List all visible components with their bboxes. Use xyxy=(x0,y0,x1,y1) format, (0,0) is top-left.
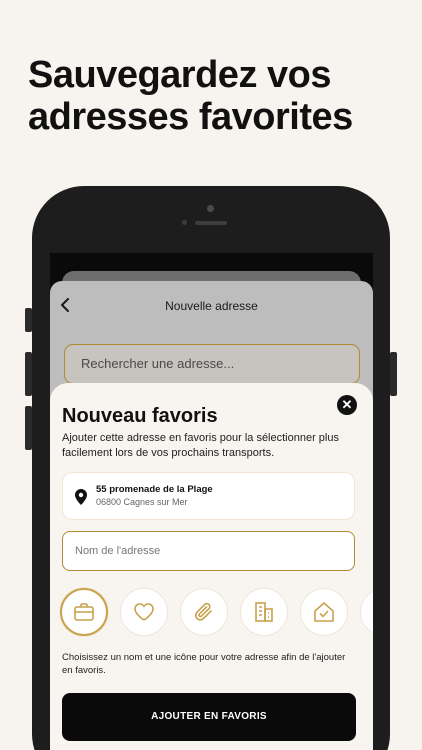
address-name-input[interactable] xyxy=(62,531,355,571)
icon-option-more[interactable] xyxy=(360,588,373,636)
address-city: 06800 Cagnes sur Mer xyxy=(96,497,188,507)
icon-option-buildings[interactable] xyxy=(240,588,288,636)
phone-speaker xyxy=(195,221,227,225)
address-card: 55 promenade de la Plage 06800 Cagnes su… xyxy=(62,472,355,520)
phone-screen: Nouvelle adresse Rechercher une adresse.… xyxy=(50,253,373,750)
phone-volume-up xyxy=(25,352,32,396)
icon-option-heart[interactable] xyxy=(120,588,168,636)
add-favorite-button[interactable]: AJOUTER EN FAVORIS xyxy=(62,693,356,741)
icon-help-text: Choisissez un nom et une icône pour votr… xyxy=(62,652,346,676)
modal-title: Nouveau favoris xyxy=(62,405,218,427)
phone-power-button xyxy=(390,352,397,396)
icon-picker xyxy=(60,588,373,638)
sheet-title: Nouvelle adresse xyxy=(165,299,258,313)
icon-option-house-check[interactable] xyxy=(300,588,348,636)
phone-volume-down xyxy=(25,406,32,450)
address-search-input[interactable]: Rechercher une adresse... xyxy=(64,344,360,384)
briefcase-icon xyxy=(74,603,94,621)
address-street: 55 promenade de la Plage xyxy=(96,484,213,495)
headline-line-1: Sauvegardez vos xyxy=(28,54,331,96)
house-check-icon xyxy=(314,602,334,622)
map-pin-icon xyxy=(75,489,87,505)
icon-option-briefcase[interactable] xyxy=(60,588,108,636)
heart-icon xyxy=(134,603,154,621)
buildings-icon xyxy=(255,602,273,622)
favorite-modal: Nouveau favoris ✕ Ajouter cette adresse … xyxy=(50,383,373,750)
phone-mute-switch xyxy=(25,308,32,332)
headline: Sauvegardez vos adresses favorites xyxy=(28,54,408,138)
headline-line-2: adresses favorites xyxy=(28,96,353,138)
icon-option-paperclip[interactable] xyxy=(180,588,228,636)
phone-camera xyxy=(207,205,214,212)
modal-description: Ajouter cette adresse en favoris pour la… xyxy=(62,432,339,459)
close-icon[interactable]: ✕ xyxy=(337,395,357,415)
phone-sensor xyxy=(182,220,187,225)
paperclip-icon xyxy=(194,602,212,621)
